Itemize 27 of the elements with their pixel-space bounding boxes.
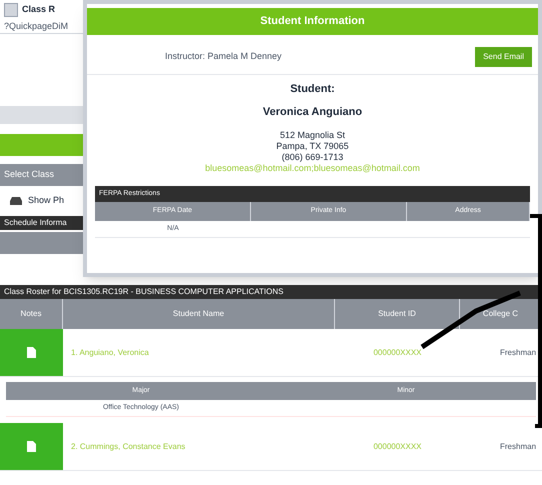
table-cell: Freshman (500, 346, 536, 358)
document-icon[interactable] (27, 441, 36, 452)
student-name-link[interactable]: 2. Cummings, Constance Evans (71, 440, 186, 452)
address-line: 512 Magnolia St (280, 130, 346, 141)
email-link[interactable]: bluesomeas@hotmail.com;bluesomeas@hotmail.com (205, 163, 420, 174)
student-name-link[interactable]: 1. Anguiano, Veronica (71, 346, 149, 358)
browser-tab[interactable]: Class R (22, 3, 56, 17)
document-icon[interactable] (27, 347, 36, 358)
instructor-label: Instructor: Pamela M Denney (165, 50, 282, 63)
select-class-label: Select Class (4, 168, 54, 182)
table-cell: Freshman (500, 440, 536, 452)
column-header: Student ID (335, 299, 460, 329)
address-line: Pampa, TX 79065 (276, 141, 349, 152)
student-id-link[interactable]: 000000XXXX (373, 440, 422, 452)
send-email-button[interactable]: Send Email (475, 46, 532, 66)
dialog-title: Student Information (260, 14, 365, 30)
car-icon (8, 196, 24, 206)
page-icon (4, 3, 18, 17)
student-name: Veronica Anguiano (262, 104, 362, 120)
roster-title: Class Roster for BCIS1305.RC19R - BUSINESS COMPUTER APPLICATIONS (4, 286, 284, 298)
address-line: (806) 669-1713 (282, 152, 344, 163)
student-heading: Student: (290, 82, 335, 97)
column-header: Student Name (63, 299, 335, 329)
section-title: Schedule Informa (4, 217, 67, 229)
column-header: College C (460, 299, 542, 329)
show-photos-link[interactable]: Show Ph (28, 194, 64, 208)
student-id-link[interactable]: 000000XXXX (373, 346, 422, 358)
